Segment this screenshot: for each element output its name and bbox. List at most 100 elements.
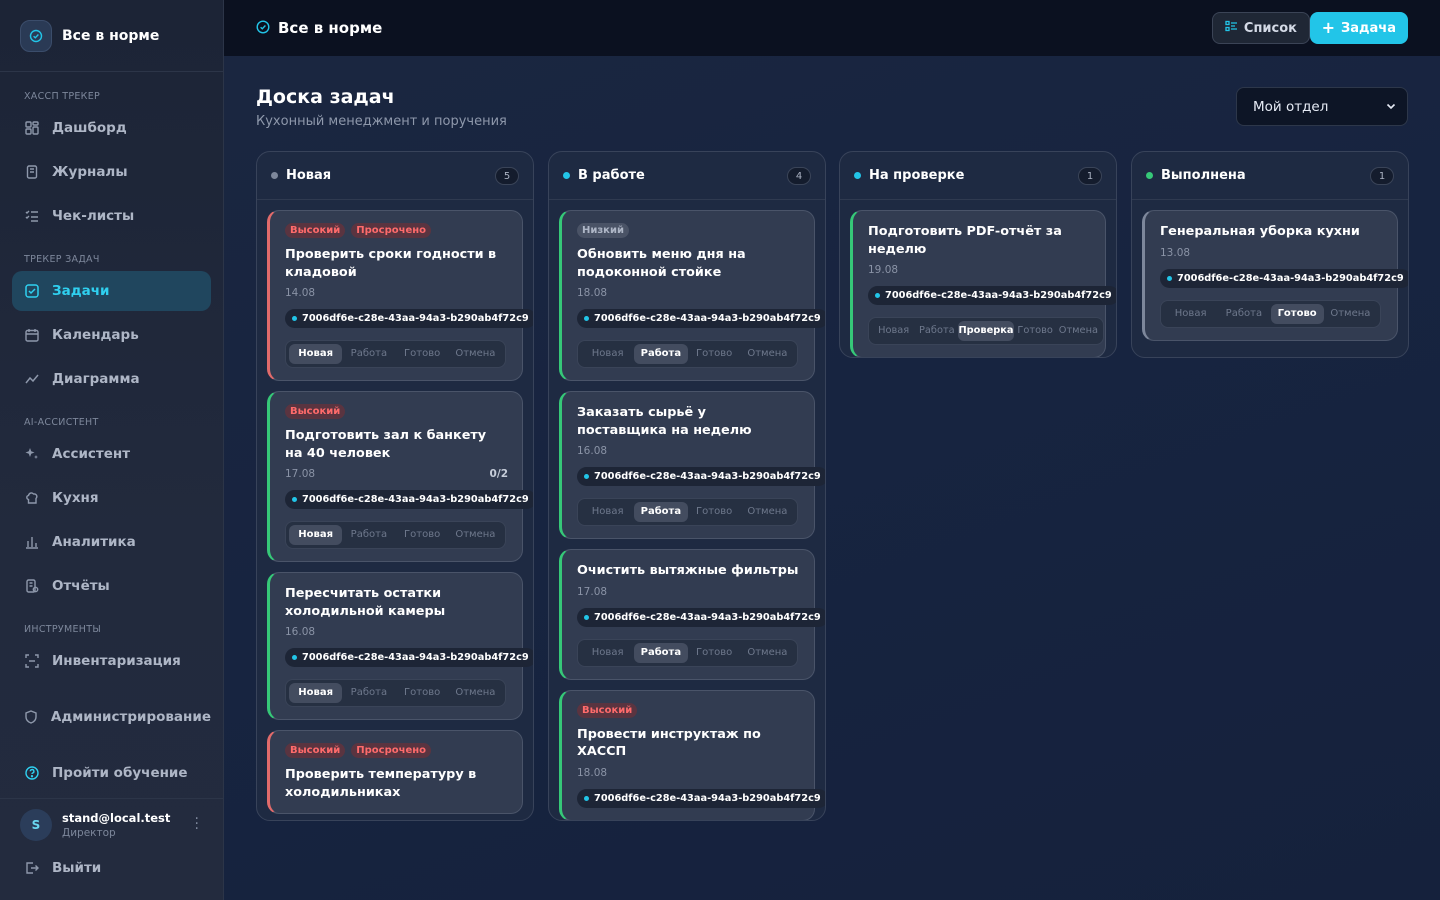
status-option[interactable]: Работа: [634, 344, 688, 364]
status-switch: Новая Работа Готово Отмена: [285, 521, 506, 549]
status-option[interactable]: Отмена: [741, 344, 794, 364]
task-card[interactable]: Высокий Провести инструктаж по ХАССП 18.…: [559, 689, 825, 820]
status-switch: Новая Работа Готово Отмена: [1160, 299, 1381, 328]
sidebar: Все в норме ХАССП ТРЕКЕР Дашборд Журналы…: [0, 0, 224, 900]
section-label-tasks: ТРЕКЕР ЗАДАЧ: [24, 254, 100, 265]
column-header: В работе 4: [549, 152, 825, 200]
status-option[interactable]: Новая: [289, 344, 343, 364]
sidebar-item-label: Ассистент: [52, 446, 131, 462]
task-date: 13.08: [1160, 246, 1191, 259]
status-option[interactable]: Отмена: [1057, 321, 1100, 341]
chef-hat-icon: [24, 490, 40, 506]
status-option[interactable]: Новая: [1164, 304, 1217, 324]
status-option[interactable]: Новая: [289, 525, 343, 545]
sidebar-item-kitchen[interactable]: Кухня: [12, 478, 211, 518]
sidebar-item-reports[interactable]: Отчёты: [12, 566, 211, 606]
status-option[interactable]: Отмена: [1324, 304, 1377, 324]
status-switch: Новая Работа Готово Отмена: [577, 638, 798, 667]
shield-icon: [24, 709, 39, 725]
status-option[interactable]: Отмена: [741, 502, 794, 522]
task-card[interactable]: Высокий Просрочено Проверить сроки годно…: [267, 210, 533, 381]
list-view-label: Список: [1243, 20, 1297, 36]
task-card[interactable]: Генеральная уборка кухни 13.08 7006df6e-…: [1142, 210, 1408, 341]
status-option[interactable]: Работа: [1217, 304, 1270, 324]
status-option[interactable]: Отмена: [449, 525, 502, 545]
sidebar-item-tasks[interactable]: Задачи: [12, 271, 211, 311]
status-option[interactable]: Готово: [688, 344, 741, 364]
status-option[interactable]: Готово: [396, 344, 449, 364]
user-profile[interactable]: S stand@local.test Директор · · ·: [0, 798, 223, 850]
sidebar-item-diagram[interactable]: Диаграмма: [12, 359, 211, 399]
sidebar-item-journals[interactable]: Журналы: [12, 152, 211, 192]
status-option[interactable]: Работа: [634, 502, 688, 522]
status-option[interactable]: Готово: [688, 643, 741, 663]
department-value: Мой отдел: [1253, 98, 1329, 115]
status-option[interactable]: Новая: [581, 643, 634, 663]
status-option[interactable]: Новая: [581, 502, 634, 522]
task-card[interactable]: Пересчитать остатки холодильной камеры 1…: [267, 572, 533, 720]
bar-chart-icon: [24, 534, 40, 550]
status-option[interactable]: Отмена: [741, 643, 794, 663]
sidebar-item-calendar[interactable]: Календарь: [12, 315, 211, 355]
status-option[interactable]: Готово: [1014, 321, 1057, 341]
more-vertical-icon[interactable]: · · ·: [195, 812, 199, 836]
task-title: Пересчитать остатки холодильной камеры: [285, 586, 446, 619]
sidebar-item-inventory[interactable]: Инвентаризация: [12, 641, 211, 681]
column-done: Выполнена 1 Генеральная уборка кухни 13.…: [1131, 151, 1409, 358]
status-option[interactable]: Работа: [634, 642, 688, 663]
status-option[interactable]: Готово: [396, 683, 449, 703]
section-label-tools: ИНСТРУМЕНТЫ: [24, 624, 102, 635]
status-option[interactable]: Готово: [688, 502, 741, 522]
status-option[interactable]: Работа: [342, 344, 395, 364]
status-option[interactable]: Отмена: [449, 344, 502, 364]
column-header: Выполнена 1: [1132, 152, 1408, 200]
sidebar-item-admin[interactable]: Администрирование: [12, 697, 211, 737]
status-option[interactable]: Новая: [872, 321, 915, 341]
task-date: 19.08: [868, 264, 899, 276]
department-select[interactable]: Мой отдел: [1236, 87, 1408, 126]
column-header: Новая 5: [257, 152, 533, 200]
sidebar-item-dashboard[interactable]: Дашборд: [12, 108, 211, 148]
status-switch: Новая Работа Готово Отмена: [577, 340, 798, 368]
list-view-button[interactable]: Список: [1211, 12, 1310, 44]
task-date: 17.08: [577, 585, 608, 598]
task-id: 7006df6e-c28e-43aa-94a3-b290ab4f72c9: [302, 494, 529, 505]
status-option[interactable]: Работа: [342, 683, 395, 703]
sidebar-item-analytics[interactable]: Аналитика: [12, 522, 211, 562]
page-title: Доска задач: [256, 86, 395, 108]
sidebar-item-checklists[interactable]: Чек-листы: [12, 196, 211, 236]
column-header: На проверке 1: [840, 152, 1116, 200]
sidebar-item-assistant[interactable]: Ассистент: [12, 434, 211, 474]
task-card[interactable]: Подготовить PDF-отчёт за неделю 19.08 70…: [850, 210, 1116, 357]
sidebar-item-label: Аналитика: [52, 534, 136, 550]
plus-icon: +: [1321, 18, 1336, 37]
task-title: Заказать сырьё у поставщика на неделю: [577, 405, 752, 438]
status-option[interactable]: Отмена: [449, 683, 502, 703]
status-option[interactable]: Готово: [396, 525, 449, 545]
logout-button[interactable]: Выйти: [12, 848, 211, 888]
task-card[interactable]: Высокий Просрочено Проверить температуру…: [267, 730, 523, 814]
sidebar-item-onboarding[interactable]: Пройти обучение: [12, 753, 211, 793]
brand[interactable]: Все в норме: [0, 0, 223, 72]
add-task-button[interactable]: + Задача: [1309, 12, 1408, 44]
task-id: 7006df6e-c28e-43aa-94a3-b290ab4f72c9: [885, 290, 1112, 301]
topbar: Все в норме Список + Задача: [224, 0, 1440, 56]
status-option[interactable]: Проверка: [958, 321, 1014, 341]
status-option[interactable]: Готово: [1270, 303, 1324, 324]
task-id-pill: 7006df6e-c28e-43aa-94a3-b290ab4f72c9: [285, 648, 533, 667]
page-subtitle: Кухонный менеджмент и поручения: [256, 114, 507, 129]
column-title: Выполнена: [1161, 168, 1246, 183]
column-review: На проверке 1 Подготовить PDF-отчёт за н…: [839, 151, 1117, 358]
task-card[interactable]: Очистить вытяжные фильтры 17.08 7006df6e…: [559, 549, 825, 680]
user-email: stand@local.test: [62, 810, 171, 825]
status-dot: [854, 172, 861, 179]
task-id: 7006df6e-c28e-43aa-94a3-b290ab4f72c9: [594, 611, 821, 623]
task-card[interactable]: Низкий Обновить меню дня на подоконной с…: [559, 210, 825, 381]
task-card[interactable]: Высокий Подготовить зал к банкету на 40 …: [267, 391, 533, 562]
status-option[interactable]: Работа: [342, 525, 395, 545]
sidebar-item-label: Задачи: [52, 283, 110, 299]
status-option[interactable]: Работа: [915, 321, 958, 341]
status-option[interactable]: Новая: [289, 683, 343, 703]
status-option[interactable]: Новая: [581, 344, 634, 364]
task-card[interactable]: Заказать сырьё у поставщика на неделю 16…: [559, 391, 825, 539]
